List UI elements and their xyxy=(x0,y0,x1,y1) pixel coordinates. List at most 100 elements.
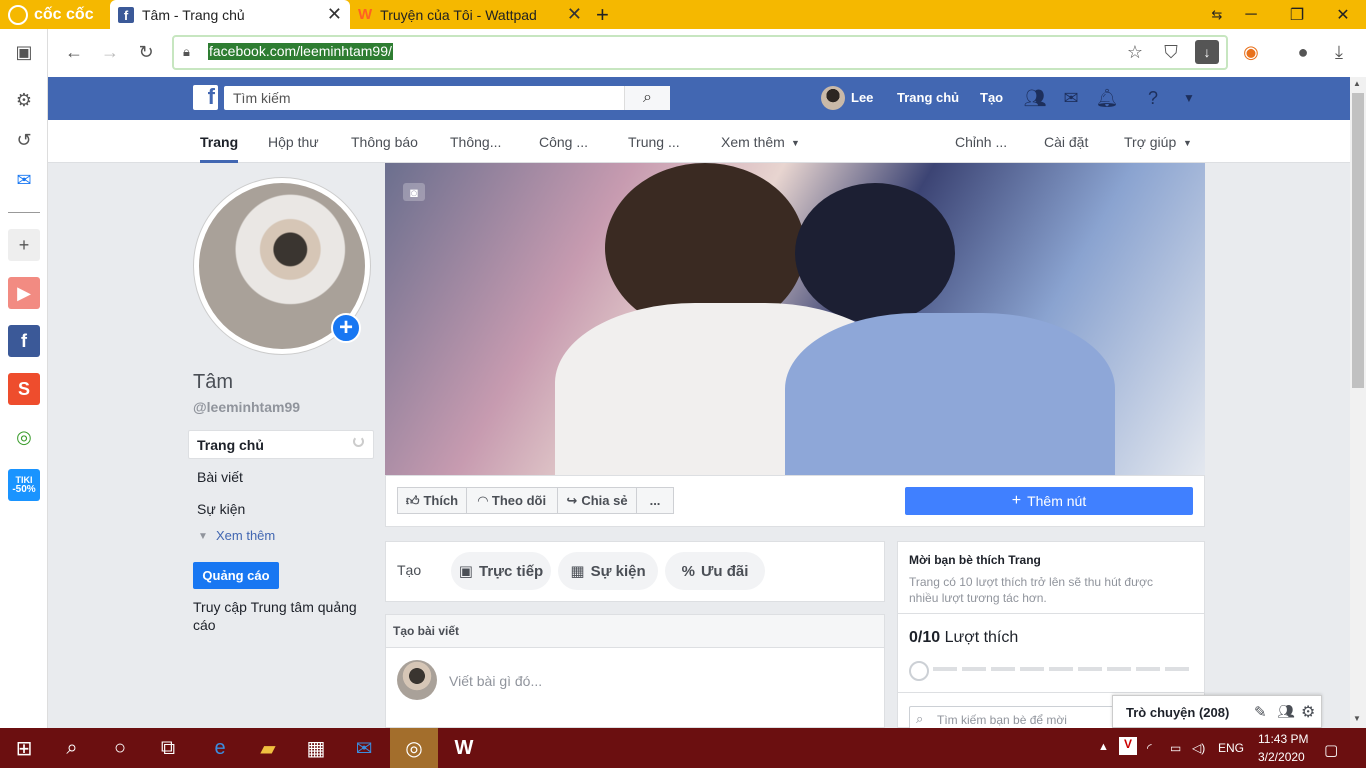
tray-expand-icon[interactable]: ▲ xyxy=(1098,741,1109,753)
tab-tools[interactable]: Công ... xyxy=(539,134,588,150)
add-shortcut-icon[interactable]: + xyxy=(8,229,40,261)
youtube-icon[interactable]: ▶ xyxy=(8,277,40,309)
notifications-icon[interactable]: ▢ xyxy=(1324,741,1338,759)
clock-time[interactable]: 11:43 PM xyxy=(1258,732,1308,746)
mail-icon[interactable]: ✉ xyxy=(340,728,388,768)
add-button[interactable]: + Thêm nút xyxy=(905,487,1193,515)
like-label: Thích xyxy=(423,493,459,508)
volume-icon[interactable]: ◁) xyxy=(1192,741,1205,755)
tab-insights[interactable]: Thông... xyxy=(450,134,501,150)
coccoc-taskbar-icon[interactable]: ◎ xyxy=(390,728,438,768)
windows-start-icon[interactable]: ⊞ xyxy=(0,728,48,768)
camera-icon[interactable]: ◙ xyxy=(403,183,425,201)
post-composer-title: Tạo bài viết xyxy=(393,624,460,638)
gear-icon[interactable]: ⚙ xyxy=(1301,702,1315,722)
clock-date[interactable]: 3/2/2020 xyxy=(1258,750,1305,764)
wifi-icon[interactable]: ◜ xyxy=(1147,741,1152,755)
add-photo-icon[interactable]: + xyxy=(331,313,361,343)
url-text[interactable]: facebook.com/leeminhtam99/ xyxy=(208,43,393,60)
messenger-icon[interactable]: ✉ xyxy=(8,164,40,196)
tab-page[interactable]: Trang xyxy=(200,134,239,163)
create-link[interactable]: Tạo xyxy=(980,90,1003,105)
home-link[interactable]: Trang chủ xyxy=(897,90,959,105)
download-page-icon[interactable]: ↓ xyxy=(1195,40,1219,64)
post-input[interactable]: Viết bài gì đó... xyxy=(449,673,542,689)
help-icon[interactable]: ? xyxy=(1140,86,1166,110)
cover-photo[interactable] xyxy=(385,163,1205,475)
tiki-icon[interactable]: TIKI -50% xyxy=(8,469,40,501)
tab-settings[interactable]: Cài đặt xyxy=(1044,134,1088,150)
notifications-icon[interactable]: 🔔︎ xyxy=(1094,86,1120,110)
close-tab-icon[interactable]: ✕ xyxy=(567,4,582,25)
store-icon[interactable]: ▦ xyxy=(292,728,340,768)
antivirus-icon[interactable]: V xyxy=(1119,737,1137,755)
close-tab-icon[interactable]: ✕ xyxy=(327,4,342,25)
language-indicator[interactable]: ENG xyxy=(1218,741,1244,755)
word-icon[interactable]: W xyxy=(440,728,488,768)
search-icon[interactable]: ⌕ xyxy=(624,86,670,110)
tab-more[interactable]: Xem thêm xyxy=(721,134,785,150)
coccoc-menu-button[interactable]: cốc cốc xyxy=(0,0,110,29)
task-view-icon[interactable]: ⧉ xyxy=(144,728,192,768)
minimize-button[interactable]: ─ xyxy=(1228,0,1274,29)
tab-facebook[interactable]: f Tâm - Trang chủ ✕ xyxy=(110,0,350,29)
avatar[interactable] xyxy=(821,86,845,110)
sidebar-item-home[interactable]: Trang chủ xyxy=(197,437,264,453)
reload-icon[interactable]: ↻ xyxy=(134,40,158,64)
shopee-icon[interactable]: S xyxy=(8,373,40,405)
promote-button[interactable]: Quảng cáo xyxy=(193,562,279,589)
tab-center[interactable]: Trung ... xyxy=(628,134,680,150)
follow-button[interactable]: ◠ Theo dõi xyxy=(466,487,558,514)
live-button[interactable]: ▣ Trực tiếp xyxy=(451,552,551,590)
live-label: Trực tiếp xyxy=(478,562,544,580)
coccoc-icon[interactable]: ◎ xyxy=(8,421,40,453)
downloads-icon[interactable]: ⤓ xyxy=(1327,40,1351,64)
profile-link[interactable]: Lee xyxy=(851,90,873,105)
page-handle[interactable]: @leeminhtam99 xyxy=(193,399,300,415)
account-icon[interactable]: ● xyxy=(1291,40,1315,64)
close-window-button[interactable]: ✕ xyxy=(1320,0,1366,29)
back-arrow-icon[interactable]: ← xyxy=(62,40,86,64)
friends-icon[interactable]: 👥︎ xyxy=(1022,86,1048,110)
sidebar-item-posts[interactable]: Bài viết xyxy=(197,469,243,485)
tab-notifications[interactable]: Thông báo xyxy=(351,134,418,150)
cortana-icon[interactable]: ○ xyxy=(96,728,144,768)
chat-bar[interactable]: Trò chuyện (208) ✎ 👥︎ ⚙ xyxy=(1112,695,1322,728)
battery-icon[interactable]: ▭ xyxy=(1170,741,1181,755)
shield-icon[interactable]: ⛉ xyxy=(1159,40,1183,64)
share-button[interactable]: ↪ Chia sẻ xyxy=(557,487,637,514)
ads-center-link[interactable]: Truy cập Trung tâm quảng cáo xyxy=(193,598,368,634)
scroll-up-icon[interactable]: ▲ xyxy=(1353,79,1361,88)
sidebar-item-more[interactable]: Xem thêm xyxy=(216,528,275,543)
compose-icon[interactable]: ✎ xyxy=(1254,703,1267,721)
scroll-down-icon[interactable]: ▼ xyxy=(1353,714,1361,723)
group-icon[interactable]: 👥︎ xyxy=(1277,703,1295,720)
tab-edit[interactable]: Chỉnh ... xyxy=(955,134,1007,150)
facebook-logo-icon[interactable]: f xyxy=(193,84,218,110)
sidebar-item-events[interactable]: Sự kiện xyxy=(197,501,245,517)
scrollbar-thumb[interactable] xyxy=(1352,93,1364,388)
edge-icon[interactable]: e xyxy=(196,728,244,768)
chevron-down-icon[interactable]: ▼ xyxy=(1176,86,1202,110)
file-explorer-icon[interactable]: ▰ xyxy=(244,728,292,768)
search-icon[interactable]: ⌕ xyxy=(48,728,96,768)
tab-help[interactable]: Trợ giúp xyxy=(1124,134,1176,150)
new-tab-button[interactable]: + xyxy=(596,2,609,28)
sidebar-toggle-icon[interactable]: ▣ xyxy=(8,36,40,68)
search-input[interactable]: Tìm kiếm xyxy=(224,86,670,110)
more-options-button[interactable]: ... xyxy=(636,487,674,514)
gear-icon[interactable]: ⚙ xyxy=(8,84,40,116)
tab-inbox[interactable]: Hộp thư xyxy=(268,134,319,150)
messenger-icon[interactable]: ✉ xyxy=(1058,86,1084,110)
history-icon[interactable]: ↺ xyxy=(8,124,40,156)
facebook-icon[interactable]: f xyxy=(8,325,40,357)
forward-arrow-icon[interactable]: → xyxy=(98,40,122,64)
cover-figure-jacket xyxy=(785,313,1115,475)
tab-wattpad[interactable]: W Truyện của Tôi - Wattpad ✕ xyxy=(350,0,590,29)
like-button[interactable]: 👍︎ Thích xyxy=(397,487,467,514)
offer-button[interactable]: % Ưu đãi xyxy=(665,552,765,590)
star-icon[interactable]: ☆ xyxy=(1123,40,1147,64)
maximize-button[interactable]: ❐ xyxy=(1274,0,1320,29)
coccoc-extension-icon[interactable]: ◉ xyxy=(1239,40,1263,64)
event-button[interactable]: ▦ Sự kiện xyxy=(558,552,658,590)
